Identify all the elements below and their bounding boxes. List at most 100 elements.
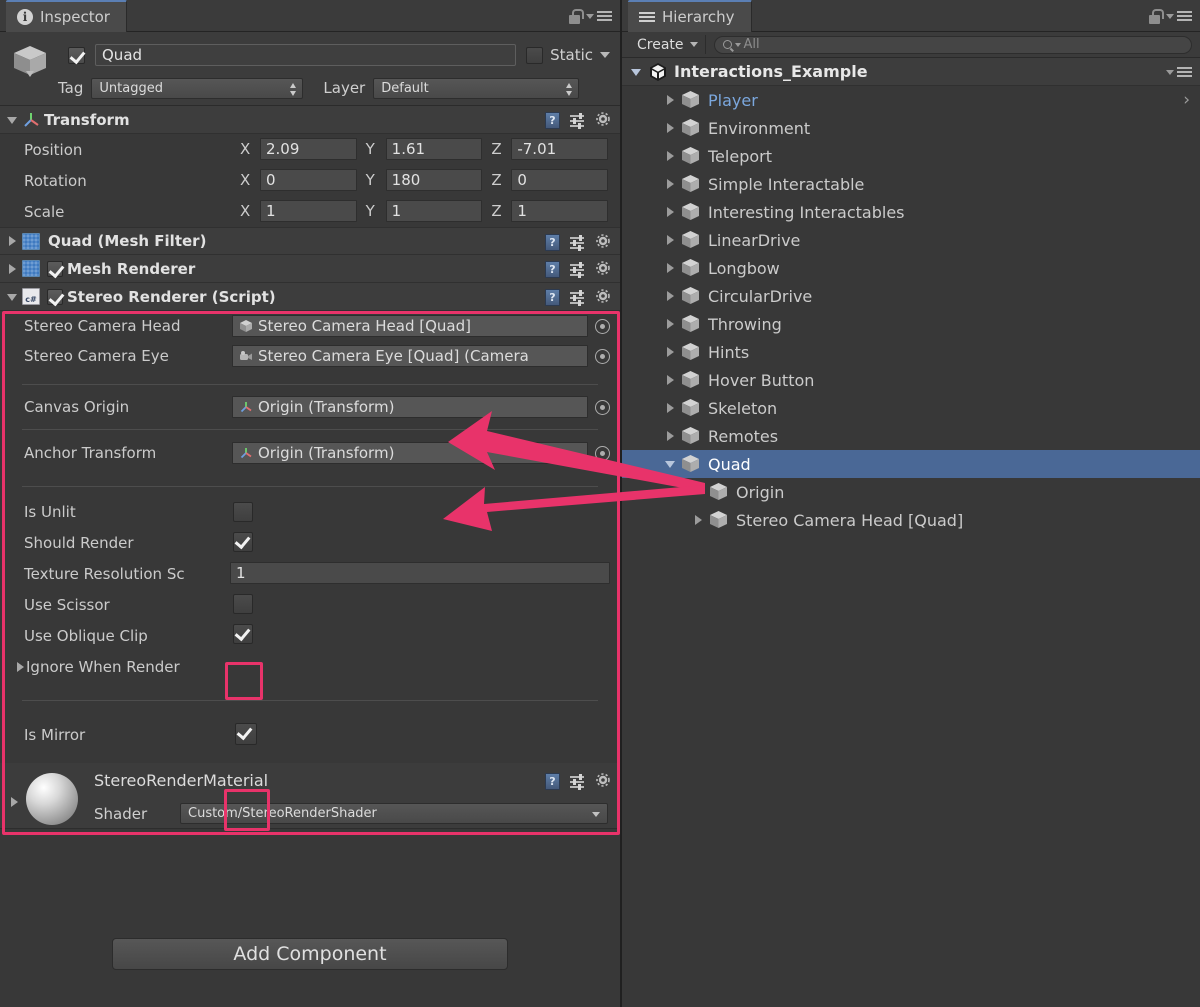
mesh-filter-foldout-icon[interactable] xyxy=(6,234,20,248)
foldout-icon[interactable] xyxy=(664,401,678,415)
hierarchy-item-simple-interactable[interactable]: Simple Interactable xyxy=(622,170,1200,198)
shader-dropdown[interactable]: Custom/StereoRenderShader xyxy=(180,803,608,824)
foldout-icon[interactable] xyxy=(664,205,678,219)
create-button[interactable]: Create xyxy=(630,35,706,54)
root-foldout-icon[interactable] xyxy=(630,65,644,79)
foldout-icon[interactable] xyxy=(664,149,678,163)
foldout-icon[interactable] xyxy=(664,373,678,387)
rotation-x-input[interactable]: 0 xyxy=(260,169,357,191)
is-mirror-checkbox[interactable] xyxy=(235,723,257,745)
preset-icon[interactable] xyxy=(570,261,586,278)
position-z-input[interactable]: -7.01 xyxy=(511,138,609,160)
scale-x-input[interactable]: 1 xyxy=(260,200,357,222)
lock-icon[interactable] xyxy=(1148,8,1164,24)
hierarchy-item-hover-button[interactable]: Hover Button xyxy=(622,366,1200,394)
hierarchy-item-origin[interactable]: Origin xyxy=(622,478,1200,506)
position-y-input[interactable]: 1.61 xyxy=(385,138,483,160)
component-header-stereo-renderer[interactable]: c# Stereo Renderer (Script) ? xyxy=(0,283,620,311)
canvas-origin-picker-icon[interactable] xyxy=(595,400,610,415)
stereo-renderer-enabled-checkbox[interactable] xyxy=(47,288,63,305)
hamburger-menu-icon[interactable] xyxy=(1166,11,1192,21)
hamburger-menu-icon[interactable] xyxy=(586,11,612,21)
hierarchy-item-remotes[interactable]: Remotes xyxy=(622,422,1200,450)
lock-icon[interactable] xyxy=(568,8,584,24)
static-checkbox[interactable] xyxy=(526,46,544,64)
hierarchy-item-stereo-camera-head-quad[interactable]: Stereo Camera Head [Quad] xyxy=(622,506,1200,534)
gameobject-enabled-checkbox[interactable] xyxy=(68,46,85,64)
hierarchy-root-row[interactable]: Interactions_Example xyxy=(622,58,1200,86)
scale-z-input[interactable]: 1 xyxy=(511,200,609,222)
hierarchy-item-circulardrive[interactable]: CircularDrive xyxy=(622,282,1200,310)
stereo-renderer-foldout-icon[interactable] xyxy=(6,290,20,304)
should-render-checkbox[interactable] xyxy=(233,532,253,552)
stereo-camera-eye-picker-icon[interactable] xyxy=(595,349,610,364)
ignore-when-render-foldout-icon[interactable] xyxy=(14,660,26,674)
stereo-camera-head-picker-icon[interactable] xyxy=(595,319,610,334)
search-input[interactable]: All xyxy=(713,35,1192,54)
preset-icon[interactable] xyxy=(570,112,586,129)
layer-dropdown[interactable]: Default xyxy=(373,77,580,99)
foldout-icon[interactable] xyxy=(692,513,706,527)
add-component-button[interactable]: Add Component xyxy=(112,938,508,970)
foldout-icon[interactable] xyxy=(664,261,678,275)
rotation-y-input[interactable]: 180 xyxy=(385,169,483,191)
mesh-renderer-foldout-icon[interactable] xyxy=(6,262,20,276)
mesh-renderer-enabled-checkbox[interactable] xyxy=(47,260,63,277)
transform-foldout-icon[interactable] xyxy=(6,113,20,127)
position-x-input[interactable]: 2.09 xyxy=(260,138,357,160)
hierarchy-item-skeleton[interactable]: Skeleton xyxy=(622,394,1200,422)
hierarchy-item-quad[interactable]: Quad xyxy=(622,450,1200,478)
static-control[interactable]: Static xyxy=(526,46,610,64)
hierarchy-item-environment[interactable]: Environment xyxy=(622,114,1200,142)
help-icon[interactable]: ? xyxy=(545,772,560,790)
foldout-icon[interactable] xyxy=(664,289,678,303)
foldout-icon[interactable] xyxy=(664,345,678,359)
hierarchy-item-longbow[interactable]: Longbow xyxy=(622,254,1200,282)
preset-icon[interactable] xyxy=(570,773,586,790)
foldout-icon[interactable] xyxy=(664,457,678,471)
help-icon[interactable]: ? xyxy=(545,111,560,129)
tab-inspector[interactable]: i Inspector xyxy=(6,0,127,32)
help-icon[interactable]: ? xyxy=(545,260,560,278)
field-row-ignore-when-render[interactable]: Ignore When Render xyxy=(0,651,620,682)
static-dropdown-caret-icon[interactable] xyxy=(600,52,610,58)
scale-y-input[interactable]: 1 xyxy=(385,200,483,222)
tab-hierarchy[interactable]: Hierarchy xyxy=(628,0,752,32)
stereo-camera-head-field[interactable]: Stereo Camera Head [Quad] xyxy=(232,315,588,337)
gear-icon[interactable] xyxy=(596,261,612,277)
hierarchy-item-interesting-interactables[interactable]: Interesting Interactables xyxy=(622,198,1200,226)
anchor-transform-field[interactable]: Origin (Transform) xyxy=(232,442,588,464)
search-filter-caret-icon[interactable] xyxy=(734,42,741,47)
gear-icon[interactable] xyxy=(596,112,612,128)
hierarchy-item-throwing[interactable]: Throwing xyxy=(622,310,1200,338)
foldout-icon[interactable] xyxy=(664,93,678,107)
foldout-icon[interactable] xyxy=(664,317,678,331)
gear-icon[interactable] xyxy=(596,289,612,305)
component-header-transform[interactable]: Transform ? xyxy=(0,106,620,134)
stereo-camera-eye-field[interactable]: Stereo Camera Eye [Quad] (Camera xyxy=(232,345,588,367)
use-oblique-clip-checkbox[interactable] xyxy=(233,624,253,644)
gameobject-name-input[interactable]: Quad xyxy=(95,44,517,66)
use-scissor-checkbox[interactable] xyxy=(233,594,253,614)
anchor-transform-picker-icon[interactable] xyxy=(595,446,610,461)
hierarchy-item-player[interactable]: Player › xyxy=(622,86,1200,114)
preset-icon[interactable] xyxy=(570,289,586,306)
component-header-mesh-renderer[interactable]: Mesh Renderer ? xyxy=(0,255,620,283)
hierarchy-item-hints[interactable]: Hints xyxy=(622,338,1200,366)
preset-icon[interactable] xyxy=(570,234,586,251)
foldout-icon[interactable] xyxy=(664,177,678,191)
help-icon[interactable]: ? xyxy=(545,233,560,251)
tag-dropdown[interactable]: Untagged xyxy=(91,77,304,99)
material-foldout-icon[interactable] xyxy=(8,795,22,809)
help-icon[interactable]: ? xyxy=(545,288,560,306)
foldout-icon[interactable] xyxy=(664,121,678,135)
is-unlit-checkbox[interactable] xyxy=(233,502,253,522)
foldout-icon[interactable] xyxy=(664,429,678,443)
texture-resolution-input[interactable]: 1 xyxy=(230,562,610,584)
prefab-open-chevron-icon[interactable]: › xyxy=(1183,92,1190,109)
root-menu-icon[interactable] xyxy=(1166,58,1192,86)
canvas-origin-field[interactable]: Origin (Transform) xyxy=(232,396,588,418)
gear-icon[interactable] xyxy=(596,773,612,789)
rotation-z-input[interactable]: 0 xyxy=(511,169,609,191)
hierarchy-item-teleport[interactable]: Teleport xyxy=(622,142,1200,170)
